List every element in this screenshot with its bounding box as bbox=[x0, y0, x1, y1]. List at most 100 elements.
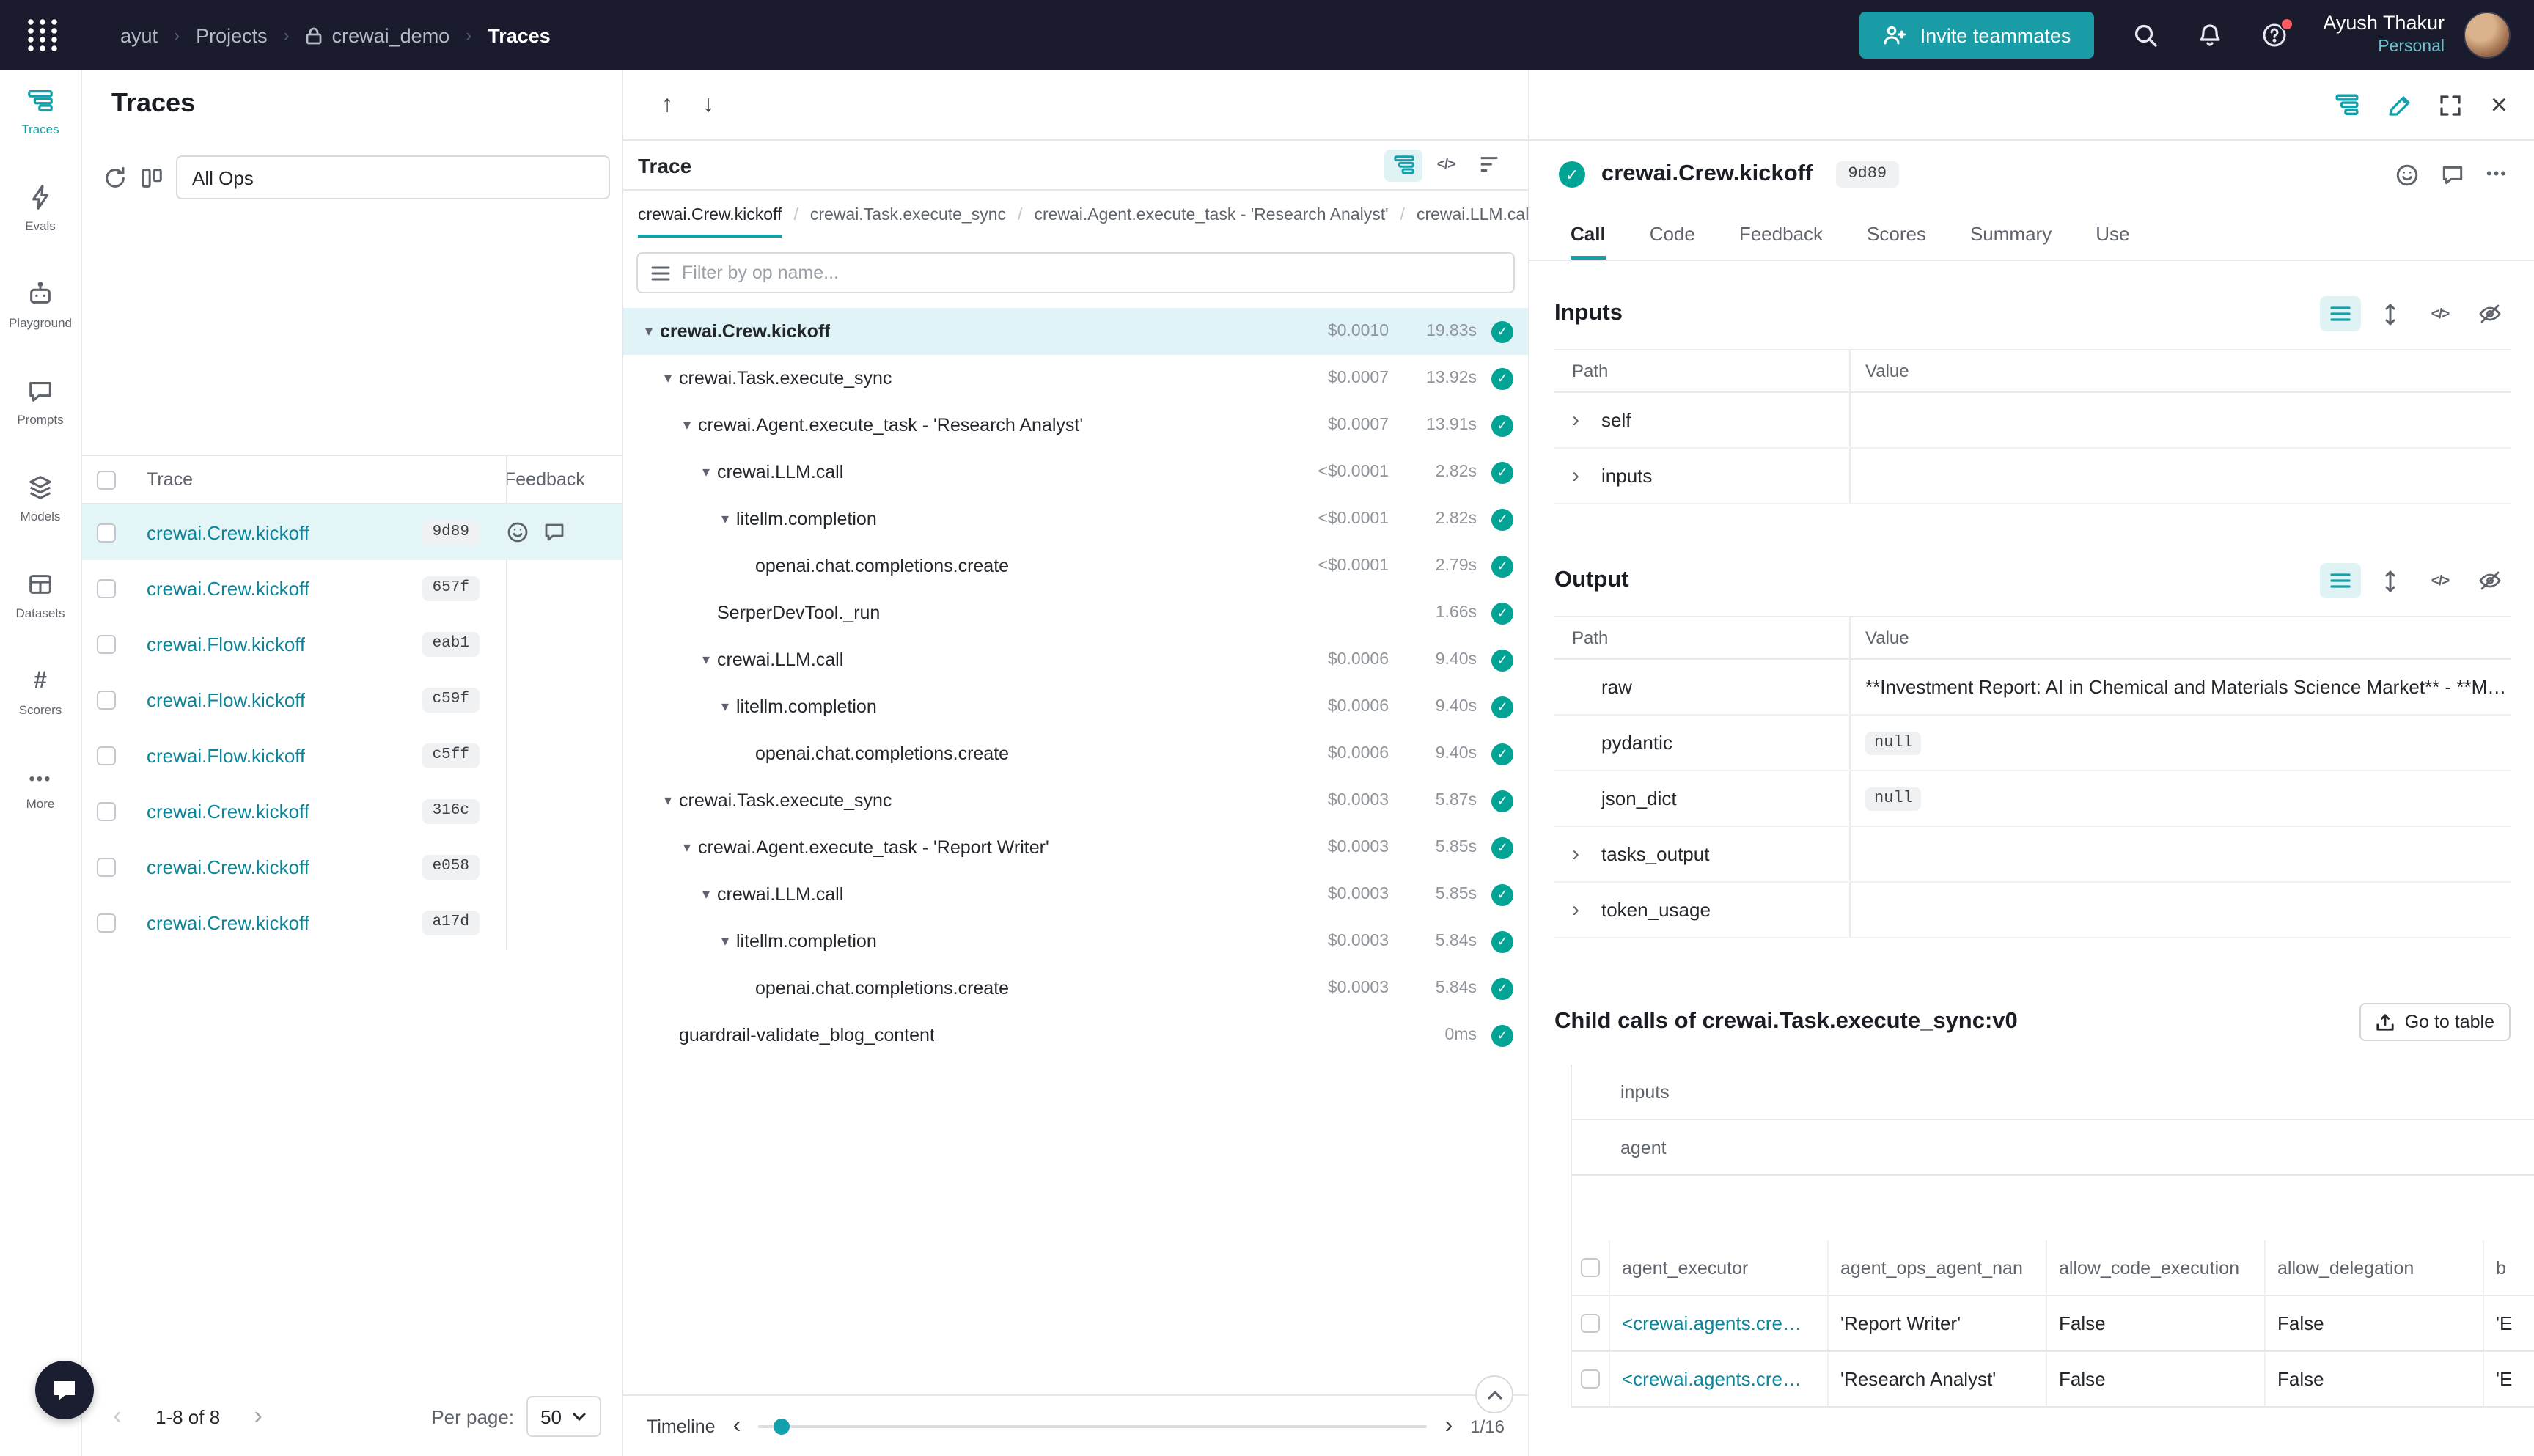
chevron-right-icon[interactable]: › bbox=[1572, 842, 1601, 867]
columns-settings-icon[interactable] bbox=[139, 165, 164, 190]
tree-toggle-icon[interactable] bbox=[2335, 92, 2360, 117]
trace-link[interactable]: crewai.Crew.kickoff bbox=[147, 856, 309, 878]
per-page-select[interactable]: 50 bbox=[526, 1396, 601, 1437]
table-row[interactable]: json_dict null bbox=[1554, 771, 2511, 827]
wandb-logo-icon[interactable] bbox=[23, 16, 62, 54]
add-reaction-icon[interactable] bbox=[2395, 162, 2420, 187]
sidebar-item-more[interactable]: ••• More bbox=[1, 757, 80, 821]
row-checkbox[interactable] bbox=[1581, 1369, 1600, 1389]
breadcrumb-projects[interactable]: Projects bbox=[196, 24, 268, 46]
timeline-slider-handle[interactable] bbox=[774, 1418, 790, 1434]
table-row[interactable]: crewai.Flow.kickoffc59f bbox=[82, 672, 622, 727]
row-checkbox[interactable] bbox=[97, 913, 116, 932]
table-row[interactable]: pydantic null bbox=[1554, 716, 2511, 771]
select-all-checkbox[interactable] bbox=[97, 470, 116, 489]
column-header[interactable]: agent_executor bbox=[1610, 1240, 1829, 1295]
tree-row[interactable]: ▾ crewai.Task.execute_sync $0.0003 5.87s… bbox=[623, 777, 1528, 824]
sidebar-item-playground[interactable]: Playground bbox=[1, 273, 80, 337]
sidebar-item-scorers[interactable]: # Scorers bbox=[1, 660, 80, 724]
tab-feedback[interactable]: Feedback bbox=[1739, 208, 1823, 260]
table-row[interactable]: ›inputs bbox=[1554, 449, 2511, 504]
timeline-prev-icon[interactable]: ‹ bbox=[733, 1413, 741, 1439]
expand-rows-icon[interactable] bbox=[2370, 563, 2411, 598]
sidebar-item-prompts[interactable]: Prompts bbox=[1, 369, 80, 434]
code-view-icon[interactable]: </> bbox=[2420, 296, 2461, 331]
chevron-right-icon[interactable]: › bbox=[1572, 463, 1601, 488]
notifications-bell-icon[interactable] bbox=[2197, 22, 2223, 48]
table-row[interactable]: raw **Investment Report: AI in Chemical … bbox=[1554, 660, 2511, 716]
timeline-slider[interactable] bbox=[758, 1424, 1427, 1427]
table-row[interactable]: crewai.Crew.kickoff316c bbox=[82, 783, 622, 839]
table-row[interactable]: <crewai.agents.cre… 'Report Writer' Fals… bbox=[1572, 1296, 2534, 1352]
column-header[interactable]: agent_ops_agent_nan bbox=[1829, 1240, 2047, 1295]
tree-row[interactable]: ▾ crewai.LLM.call <$0.0001 2.82s ✓ bbox=[623, 449, 1528, 496]
column-header[interactable]: allow_delegation bbox=[2266, 1240, 2484, 1295]
chevron-down-icon[interactable]: ▾ bbox=[695, 886, 717, 902]
tree-view-icon[interactable] bbox=[1384, 149, 1422, 181]
column-header[interactable]: allow_code_execution bbox=[2047, 1240, 2266, 1295]
trace-link[interactable]: crewai.Crew.kickoff bbox=[147, 800, 309, 822]
code-view-icon[interactable]: </> bbox=[2420, 563, 2461, 598]
chevron-down-icon[interactable]: ▾ bbox=[657, 793, 679, 809]
chevron-down-icon[interactable]: ▾ bbox=[676, 839, 698, 856]
prev-page-icon[interactable]: ‹ bbox=[103, 1402, 132, 1431]
help-icon[interactable] bbox=[2261, 22, 2288, 48]
output-raw-value[interactable]: **Investment Report: AI in Chemical and … bbox=[1865, 676, 2506, 698]
tab-use[interactable]: Use bbox=[2096, 208, 2129, 260]
tree-row[interactable]: SerperDevTool._run 1.66s ✓ bbox=[623, 589, 1528, 636]
tree-row[interactable]: ▾ crewai.Agent.execute_task - 'Research … bbox=[623, 402, 1528, 449]
tree-row[interactable]: openai.chat.completions.create <$0.0001 … bbox=[623, 543, 1528, 589]
chat-support-button[interactable] bbox=[35, 1361, 94, 1419]
tree-row[interactable]: ▾ crewai.LLM.call $0.0006 9.40s ✓ bbox=[623, 636, 1528, 683]
edit-pencil-icon[interactable] bbox=[2388, 93, 2412, 117]
op-filter-input[interactable] bbox=[682, 262, 1500, 283]
timeline-next-icon[interactable]: › bbox=[1445, 1413, 1453, 1439]
add-reaction-icon[interactable] bbox=[506, 521, 529, 544]
chevron-down-icon[interactable]: ▾ bbox=[714, 511, 736, 527]
trace-link[interactable]: crewai.Crew.kickoff bbox=[147, 577, 309, 599]
table-row[interactable]: ›self bbox=[1554, 393, 2511, 449]
sidebar-item-datasets[interactable]: Datasets bbox=[1, 563, 80, 628]
table-row[interactable]: crewai.Flow.kickoffc5ff bbox=[82, 727, 622, 783]
table-row[interactable]: <crewai.agents.cre… 'Research Analyst' F… bbox=[1572, 1352, 2534, 1408]
search-icon[interactable] bbox=[2132, 22, 2159, 48]
list-view-icon[interactable] bbox=[2320, 563, 2361, 598]
table-row[interactable]: crewai.Crew.kickoffe058 bbox=[82, 839, 622, 894]
chevron-down-icon[interactable]: ▾ bbox=[657, 370, 679, 386]
trace-link[interactable]: crewai.Flow.kickoff bbox=[147, 633, 305, 655]
row-checkbox[interactable] bbox=[97, 746, 116, 765]
next-page-icon[interactable]: › bbox=[243, 1402, 273, 1431]
chevron-right-icon[interactable]: › bbox=[1572, 897, 1601, 922]
row-checkbox[interactable] bbox=[97, 578, 116, 598]
list-view-icon[interactable] bbox=[2320, 296, 2361, 331]
table-row[interactable]: crewai.Crew.kickoff9d89 bbox=[82, 504, 622, 560]
tree-row[interactable]: ▾ litellm.completion $0.0006 9.40s ✓ bbox=[623, 683, 1528, 730]
select-all-checkbox[interactable] bbox=[1581, 1258, 1600, 1277]
flamegraph-view-icon[interactable] bbox=[1469, 149, 1507, 181]
trace-link[interactable]: crewai.Flow.kickoff bbox=[147, 744, 305, 766]
trace-link[interactable]: crewai.Flow.kickoff bbox=[147, 688, 305, 710]
sidebar-item-evals[interactable]: Evals bbox=[1, 176, 80, 240]
trace-crumb[interactable]: crewai.Task.execute_sync bbox=[810, 207, 1006, 238]
tree-row[interactable]: ▾ litellm.completion <$0.0001 2.82s ✓ bbox=[623, 496, 1528, 543]
row-checkbox[interactable] bbox=[97, 801, 116, 820]
ops-filter-dropdown[interactable]: All Ops bbox=[176, 155, 610, 199]
tree-row[interactable]: ▾ litellm.completion $0.0003 5.84s ✓ bbox=[623, 918, 1528, 965]
trace-crumb[interactable]: crewai.Agent.execute_task - 'Research An… bbox=[1034, 207, 1388, 238]
trace-link[interactable]: crewai.Crew.kickoff bbox=[147, 521, 309, 543]
table-row[interactable]: ›tasks_output bbox=[1554, 827, 2511, 883]
call-link[interactable]: <crewai.agents.cre… bbox=[1610, 1352, 1829, 1406]
call-link[interactable]: <crewai.agents.cre… bbox=[1610, 1296, 1829, 1350]
tab-scores[interactable]: Scores bbox=[1867, 208, 1926, 260]
row-checkbox[interactable] bbox=[97, 523, 116, 542]
expand-rows-icon[interactable] bbox=[2370, 296, 2411, 331]
tree-row[interactable]: ▾ crewai.LLM.call $0.0003 5.85s ✓ bbox=[623, 871, 1528, 918]
table-row[interactable]: crewai.Flow.kickoffeab1 bbox=[82, 616, 622, 672]
row-checkbox[interactable] bbox=[97, 690, 116, 709]
refresh-icon[interactable] bbox=[103, 165, 128, 190]
tree-row[interactable]: openai.chat.completions.create $0.0003 5… bbox=[623, 965, 1528, 1012]
row-checkbox[interactable] bbox=[97, 634, 116, 653]
tab-summary[interactable]: Summary bbox=[1970, 208, 2052, 260]
breadcrumb-entity[interactable]: ayut bbox=[120, 24, 158, 46]
tree-row[interactable]: guardrail-validate_blog_content 0ms ✓ bbox=[623, 1012, 1528, 1059]
